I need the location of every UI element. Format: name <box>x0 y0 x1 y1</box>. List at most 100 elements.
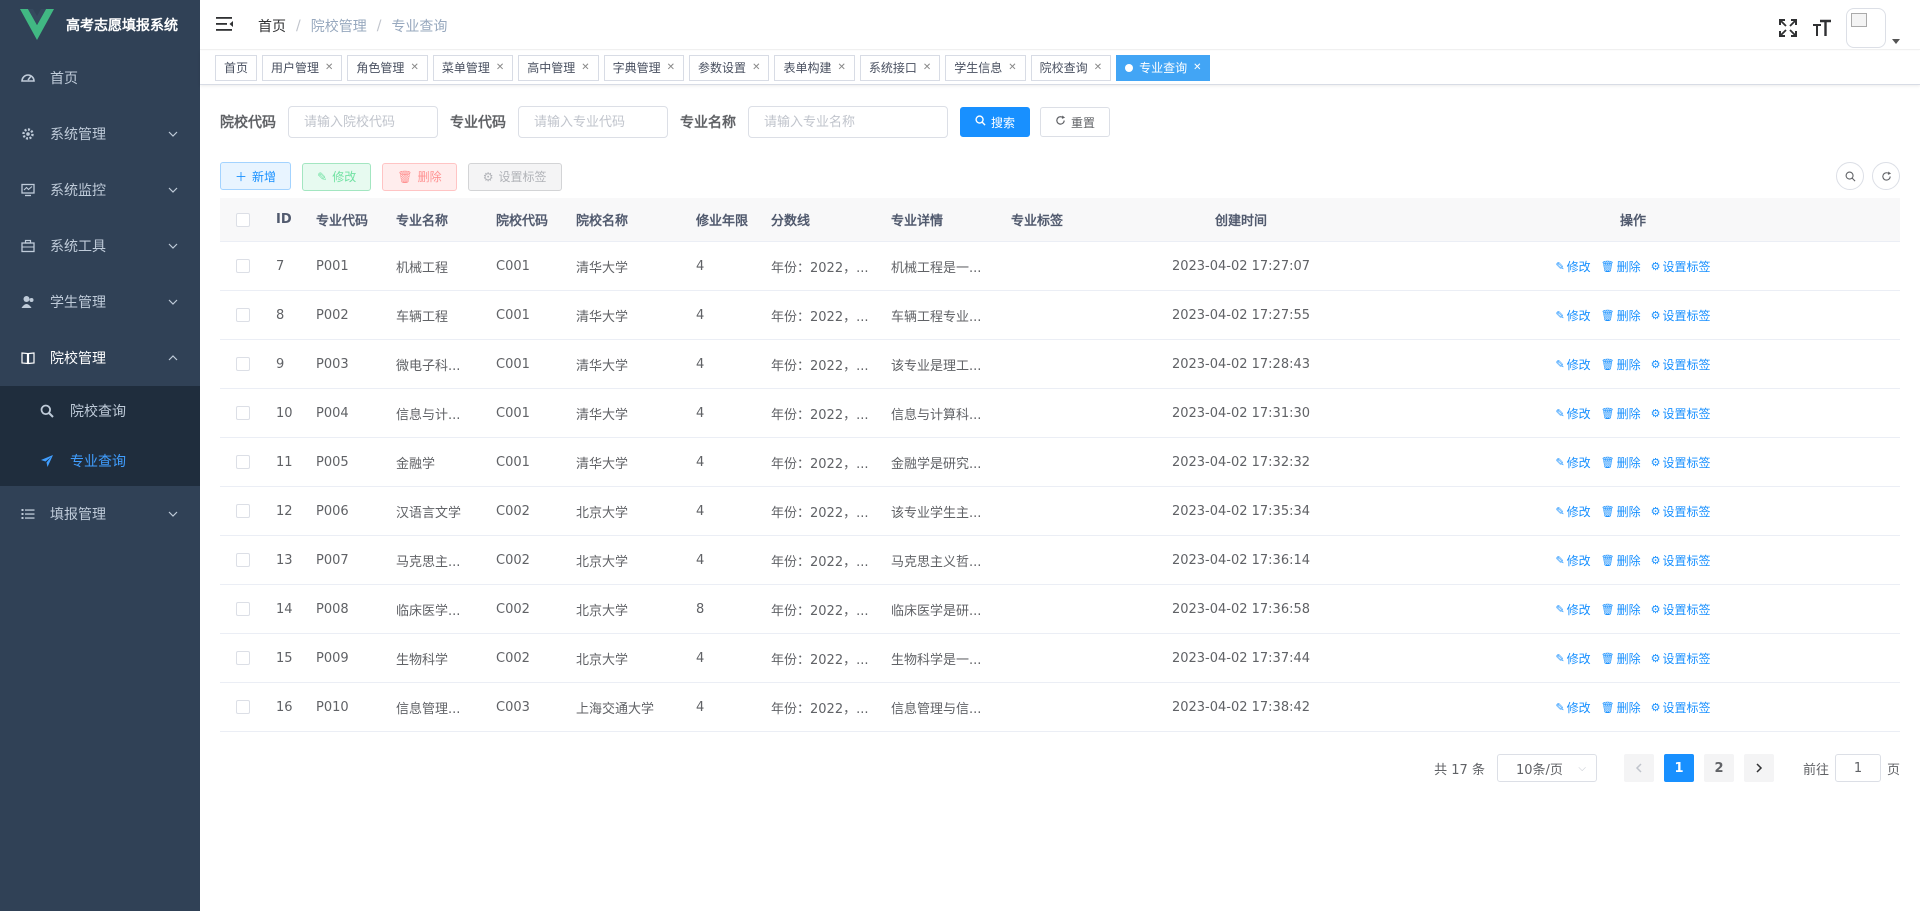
page-number[interactable]: 2 <box>1703 754 1734 782</box>
row-checkbox[interactable] <box>236 700 250 714</box>
tag-menus[interactable]: 菜单管理 ✕ <box>432 54 514 81</box>
close-icon[interactable]: ✕ <box>581 56 589 80</box>
close-icon[interactable]: ✕ <box>667 56 675 80</box>
close-icon[interactable]: ✕ <box>1008 56 1016 80</box>
tag-major-query[interactable]: 专业查询 ✕ <box>1116 54 1211 81</box>
sidebar-item-schools[interactable]: 院校管理 <box>0 330 200 386</box>
row-set-tag-button[interactable]: ⚙ 设置标签 <box>1651 307 1711 324</box>
table-row[interactable]: 12 P006 汉语言文学 C002 北京大学 4 年份：2022，... 该专业学生主...… <box>220 487 1900 536</box>
tag-student-info[interactable]: 学生信息 ✕ <box>945 54 1026 81</box>
font-size-icon[interactable] <box>1812 18 1832 38</box>
edit-button[interactable]: ✎ 修改 <box>302 162 372 191</box>
sidebar-item-system[interactable]: 系统管理 <box>0 106 200 162</box>
row-delete-button[interactable]: 🗑 删除 <box>1601 454 1641 471</box>
caret-down-icon[interactable] <box>1892 38 1900 44</box>
search-button[interactable]: 搜索 <box>960 107 1031 137</box>
table-row[interactable]: 13 P007 马克思主... C002 北京大学 4 年份：2022，... 马克思主义哲.… <box>220 536 1900 585</box>
row-delete-button[interactable]: 🗑 删除 <box>1601 307 1641 324</box>
row-checkbox[interactable] <box>236 308 250 322</box>
row-checkbox[interactable] <box>236 357 250 371</box>
close-icon[interactable]: ✕ <box>410 56 418 80</box>
breadcrumb-item[interactable]: 首页 <box>258 16 286 36</box>
row-delete-button[interactable]: 🗑 删除 <box>1601 356 1641 373</box>
tag-users[interactable]: 用户管理 ✕ <box>262 54 343 81</box>
sidebar-item-monitor[interactable]: 系统监控 <box>0 162 200 218</box>
row-edit-button[interactable]: ✎ 修改 <box>1555 503 1590 520</box>
row-set-tag-button[interactable]: ⚙ 设置标签 <box>1651 650 1711 667</box>
sidebar-item-home[interactable]: 首页 <box>0 50 200 106</box>
row-edit-button[interactable]: ✎ 修改 <box>1555 307 1590 324</box>
page-number[interactable]: 1 <box>1663 754 1694 782</box>
tag-home[interactable]: 首页 <box>215 54 258 81</box>
table-row[interactable]: 10 P004 信息与计... C001 清华大学 4 年份：2022，... 信息与计算科.… <box>220 389 1900 438</box>
major-code-input[interactable] <box>518 106 668 138</box>
logo[interactable]: 高考志愿填报系统 <box>0 0 200 50</box>
delete-button[interactable]: 🗑 删除 <box>382 162 457 191</box>
refresh-button[interactable] <box>1872 162 1900 190</box>
row-delete-button[interactable]: 🗑 删除 <box>1601 503 1641 520</box>
row-edit-button[interactable]: ✎ 修改 <box>1555 601 1590 618</box>
page-size-select[interactable]: 10条/页 ⌵ <box>1496 754 1597 782</box>
row-set-tag-button[interactable]: ⚙ 设置标签 <box>1651 699 1711 716</box>
row-delete-button[interactable]: 🗑 删除 <box>1601 601 1641 618</box>
reset-button[interactable]: 重置 <box>1040 107 1111 137</box>
tag-roles[interactable]: 角色管理 ✕ <box>347 54 428 81</box>
row-checkbox[interactable] <box>236 406 250 420</box>
row-set-tag-button[interactable]: ⚙ 设置标签 <box>1651 454 1711 471</box>
close-icon[interactable]: ✕ <box>923 56 931 80</box>
goto-page-input[interactable] <box>1834 754 1881 782</box>
row-edit-button[interactable]: ✎ 修改 <box>1555 552 1590 569</box>
row-set-tag-button[interactable]: ⚙ 设置标签 <box>1651 258 1711 275</box>
row-delete-button[interactable]: 🗑 删除 <box>1601 405 1641 422</box>
sidebar-item-students[interactable]: 学生管理 <box>0 274 200 330</box>
close-icon[interactable]: ✕ <box>1193 56 1201 80</box>
school-code-input[interactable] <box>288 106 438 138</box>
tag-school-query[interactable]: 院校查询 ✕ <box>1030 54 1112 81</box>
row-delete-button[interactable]: 🗑 删除 <box>1601 258 1641 275</box>
sidebar-sub-major-query[interactable]: 专业查询 <box>0 436 200 486</box>
select-all-checkbox[interactable] <box>236 212 250 227</box>
tag-formbuild[interactable]: 表单构建 ✕ <box>774 54 855 81</box>
tag-dict[interactable]: 字典管理 ✕ <box>603 54 685 81</box>
tag-highschools[interactable]: 高中管理 ✕ <box>518 54 599 81</box>
toggle-search-button[interactable] <box>1836 162 1864 190</box>
row-edit-button[interactable]: ✎ 修改 <box>1555 650 1590 667</box>
row-edit-button[interactable]: ✎ 修改 <box>1555 405 1590 422</box>
row-edit-button[interactable]: ✎ 修改 <box>1555 454 1590 471</box>
close-icon[interactable]: ✕ <box>837 56 845 80</box>
table-row[interactable]: 11 P005 金融学 C001 清华大学 4 年份：2022，... 金融学是研究... 20… <box>220 438 1900 487</box>
table-row[interactable]: 16 P010 信息管理... C003 上海交通大学 4 年份：2022，... 信息管理与… <box>220 683 1900 732</box>
table-row[interactable]: 14 P008 临床医学... C002 北京大学 8 年份：2022，... 临床医学是研.… <box>220 585 1900 634</box>
close-icon[interactable]: ✕ <box>752 56 760 80</box>
hamburger-icon[interactable] <box>216 15 234 33</box>
row-checkbox[interactable] <box>236 651 250 665</box>
row-checkbox[interactable] <box>236 602 250 616</box>
fullscreen-icon[interactable] <box>1778 18 1798 38</box>
prev-page-button[interactable] <box>1623 754 1654 782</box>
sidebar-item-filling[interactable]: 填报管理 <box>0 486 200 542</box>
next-page-button[interactable] <box>1743 754 1774 782</box>
row-set-tag-button[interactable]: ⚙ 设置标签 <box>1651 552 1711 569</box>
add-button[interactable]: ＋ 新增 <box>220 162 292 190</box>
major-name-input[interactable] <box>748 106 948 138</box>
row-set-tag-button[interactable]: ⚙ 设置标签 <box>1651 503 1711 520</box>
close-icon[interactable]: ✕ <box>1094 56 1102 80</box>
table-row[interactable]: 15 P009 生物科学 C002 北京大学 4 年份：2022，... 生物科学是一... 2… <box>220 634 1900 683</box>
avatar[interactable] <box>1846 8 1886 48</box>
row-set-tag-button[interactable]: ⚙ 设置标签 <box>1651 356 1711 373</box>
close-icon[interactable]: ✕ <box>496 56 504 80</box>
row-checkbox[interactable] <box>236 259 250 273</box>
row-delete-button[interactable]: 🗑 删除 <box>1601 699 1641 716</box>
set-tag-button[interactable]: ⚙ 设置标签 <box>467 162 562 191</box>
row-checkbox[interactable] <box>236 504 250 518</box>
table-row[interactable]: 9 P003 微电子科... C001 清华大学 4 年份：2022，... 该专业是理工..… <box>220 340 1900 389</box>
row-delete-button[interactable]: 🗑 删除 <box>1601 552 1641 569</box>
close-icon[interactable]: ✕ <box>325 56 333 80</box>
tag-api[interactable]: 系统接口 ✕ <box>859 54 941 81</box>
row-checkbox[interactable] <box>236 455 250 469</box>
row-set-tag-button[interactable]: ⚙ 设置标签 <box>1651 601 1711 618</box>
row-edit-button[interactable]: ✎ 修改 <box>1555 258 1590 275</box>
row-set-tag-button[interactable]: ⚙ 设置标签 <box>1651 405 1711 422</box>
table-row[interactable]: 8 P002 车辆工程 C001 清华大学 4 年份：2022，... 车辆工程专业... 20… <box>220 291 1900 340</box>
row-delete-button[interactable]: 🗑 删除 <box>1601 650 1641 667</box>
